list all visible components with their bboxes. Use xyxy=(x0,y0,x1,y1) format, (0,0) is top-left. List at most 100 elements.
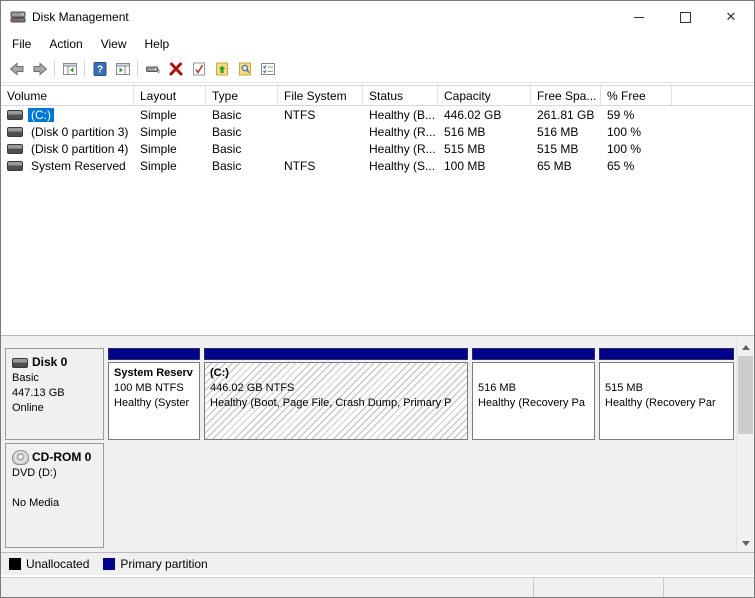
column-header-layout[interactable]: Layout xyxy=(134,86,206,105)
window-title: Disk Management xyxy=(32,10,129,24)
volume-cell-capacity: 516 MB xyxy=(438,125,531,139)
volume-cell-layout: Simple xyxy=(134,108,206,122)
menu-view[interactable]: View xyxy=(92,35,136,53)
volume-row[interactable]: System ReservedSimpleBasicNTFSHealthy (S… xyxy=(1,157,754,174)
down-arrow-icon xyxy=(742,541,750,546)
open-icon xyxy=(214,61,230,77)
minimize-icon xyxy=(634,16,644,18)
vertical-scrollbar[interactable] xyxy=(736,339,754,552)
partition-label: 100 MB NTFS xyxy=(114,381,199,396)
column-header-spacer xyxy=(672,86,754,105)
cdrom-row: CD-ROM 0 DVD (D:) No Media xyxy=(5,443,733,548)
cdrom-kind: DVD (D:) xyxy=(12,466,99,481)
partition-label: Healthy (Syster xyxy=(114,396,199,411)
volume-name: (Disk 0 partition 4) xyxy=(28,142,131,156)
partition-label: Healthy (Recovery Par xyxy=(605,396,733,411)
disk-status-button[interactable] xyxy=(141,57,164,80)
properties-button[interactable] xyxy=(256,57,279,80)
volume-cell-layout: Simple xyxy=(134,125,206,139)
volume-drive-icon xyxy=(7,110,23,120)
column-header-pct-free[interactable]: % Free xyxy=(601,86,672,105)
delete-volume-icon xyxy=(168,61,184,77)
volume-cell-status: Healthy (S... xyxy=(363,159,438,173)
delete-volume-button[interactable] xyxy=(164,57,187,80)
disk0-status: Online xyxy=(12,401,99,416)
volume-cell-free-space: 515 MB xyxy=(531,142,601,156)
volume-cell-layout: Simple xyxy=(134,159,206,173)
volume-cell-type: Basic xyxy=(206,142,278,156)
partition-type-strip xyxy=(108,348,200,360)
volume-cell-name: (Disk 0 partition 4) xyxy=(1,142,134,156)
volume-row[interactable]: (Disk 0 partition 3)SimpleBasic Healthy (… xyxy=(1,123,754,140)
legend-bar: UnallocatedPrimary partition xyxy=(1,552,754,575)
volume-cell-status: Healthy (R... xyxy=(363,125,438,139)
forward-button[interactable] xyxy=(28,57,51,80)
cdrom-name: CD-ROM 0 xyxy=(32,450,91,465)
volume-row[interactable]: (Disk 0 partition 4)SimpleBasicHealthy (… xyxy=(1,140,754,157)
volume-cell-capacity: 100 MB xyxy=(438,159,531,173)
open-button[interactable] xyxy=(210,57,233,80)
disk0-title: Disk 0 xyxy=(12,355,99,370)
volume-cell-pct-free: 100 % xyxy=(601,142,672,156)
partition-body: 515 MBHealthy (Recovery Par xyxy=(599,362,734,440)
cdrom-info-panel[interactable]: CD-ROM 0 DVD (D:) No Media xyxy=(5,443,104,548)
menu-action[interactable]: Action xyxy=(40,35,91,53)
disk0-row: Disk 0 Basic 447.13 GB Online System Res… xyxy=(5,348,733,440)
up-arrow-icon xyxy=(742,345,750,350)
volume-cell-capacity: 515 MB xyxy=(438,142,531,156)
partition-label: (C:) xyxy=(210,366,467,381)
cdrom-title: CD-ROM 0 xyxy=(12,450,99,465)
maximize-button[interactable] xyxy=(662,1,708,33)
properties-icon xyxy=(260,61,276,77)
partition-body: (C:)446.02 GB NTFSHealthy (Boot, Page Fi… xyxy=(204,362,468,440)
partition-label: 446.02 GB NTFS xyxy=(210,381,467,396)
disk0-info-panel[interactable]: Disk 0 Basic 447.13 GB Online xyxy=(5,348,104,440)
explore-button[interactable] xyxy=(233,57,256,80)
minimize-button[interactable] xyxy=(616,1,662,33)
disk0-size: 447.13 GB xyxy=(12,386,99,401)
column-header-file-system[interactable]: File System xyxy=(278,86,363,105)
disk-management-window: Disk Management ✕ File Action View Help xyxy=(0,0,755,598)
graphical-view: Disk 0 Basic 447.13 GB Online System Res… xyxy=(1,339,754,552)
show-action-pane-button[interactable] xyxy=(111,57,134,80)
column-header-capacity[interactable]: Capacity xyxy=(438,86,531,105)
volume-row[interactable]: (C:)SimpleBasicNTFSHealthy (B...446.02 G… xyxy=(1,106,754,123)
back-button[interactable] xyxy=(5,57,28,80)
partition-type-strip xyxy=(204,348,468,360)
menu-help[interactable]: Help xyxy=(136,35,179,53)
partition-block[interactable]: 515 MBHealthy (Recovery Par xyxy=(599,348,734,440)
scrollbar-up-button[interactable] xyxy=(737,339,754,356)
partition-block[interactable]: (C:)446.02 GB NTFSHealthy (Boot, Page Fi… xyxy=(204,348,468,440)
partition-body: System Reserv100 MB NTFSHealthy (Syster xyxy=(108,362,200,440)
help-button[interactable]: ? xyxy=(88,57,111,80)
partition-label xyxy=(478,366,594,381)
volume-name: (Disk 0 partition 3) xyxy=(28,125,131,139)
disk-management-app-icon[interactable] xyxy=(10,9,26,25)
close-button[interactable]: ✕ xyxy=(708,1,754,33)
window-controls: ✕ xyxy=(616,1,754,33)
volume-cell-status: Healthy (B... xyxy=(363,108,438,122)
menu-bar: File Action View Help xyxy=(1,33,754,55)
scrollbar-thumb[interactable] xyxy=(738,356,753,434)
volume-cell-status: Healthy (R... xyxy=(363,142,438,156)
column-header-free-space[interactable]: Free Spa... xyxy=(531,86,601,105)
volume-cell-type: Basic xyxy=(206,125,278,139)
partition-block[interactable]: System Reserv100 MB NTFSHealthy (Syster xyxy=(108,348,200,440)
show-console-tree-button[interactable] xyxy=(58,57,81,80)
volume-cell-free-space: 516 MB xyxy=(531,125,601,139)
column-header-volume[interactable]: Volume xyxy=(1,86,134,105)
status-bar xyxy=(1,577,754,597)
volume-name: (C:) xyxy=(28,108,54,122)
mark-partition-active-button[interactable] xyxy=(187,57,210,80)
partition-label: Healthy (Boot, Page File, Crash Dump, Pr… xyxy=(210,396,467,411)
column-header-status[interactable]: Status xyxy=(363,86,438,105)
partition-label: System Reserv xyxy=(114,366,199,381)
partition-block[interactable]: 516 MBHealthy (Recovery Pa xyxy=(472,348,595,440)
column-header-type[interactable]: Type xyxy=(206,86,278,105)
scrollbar-down-button[interactable] xyxy=(737,535,754,552)
status-segment xyxy=(1,578,534,597)
legend-item: Primary partition xyxy=(103,557,207,571)
cd-icon xyxy=(12,450,29,465)
maximize-icon xyxy=(680,12,691,23)
menu-file[interactable]: File xyxy=(3,35,40,53)
